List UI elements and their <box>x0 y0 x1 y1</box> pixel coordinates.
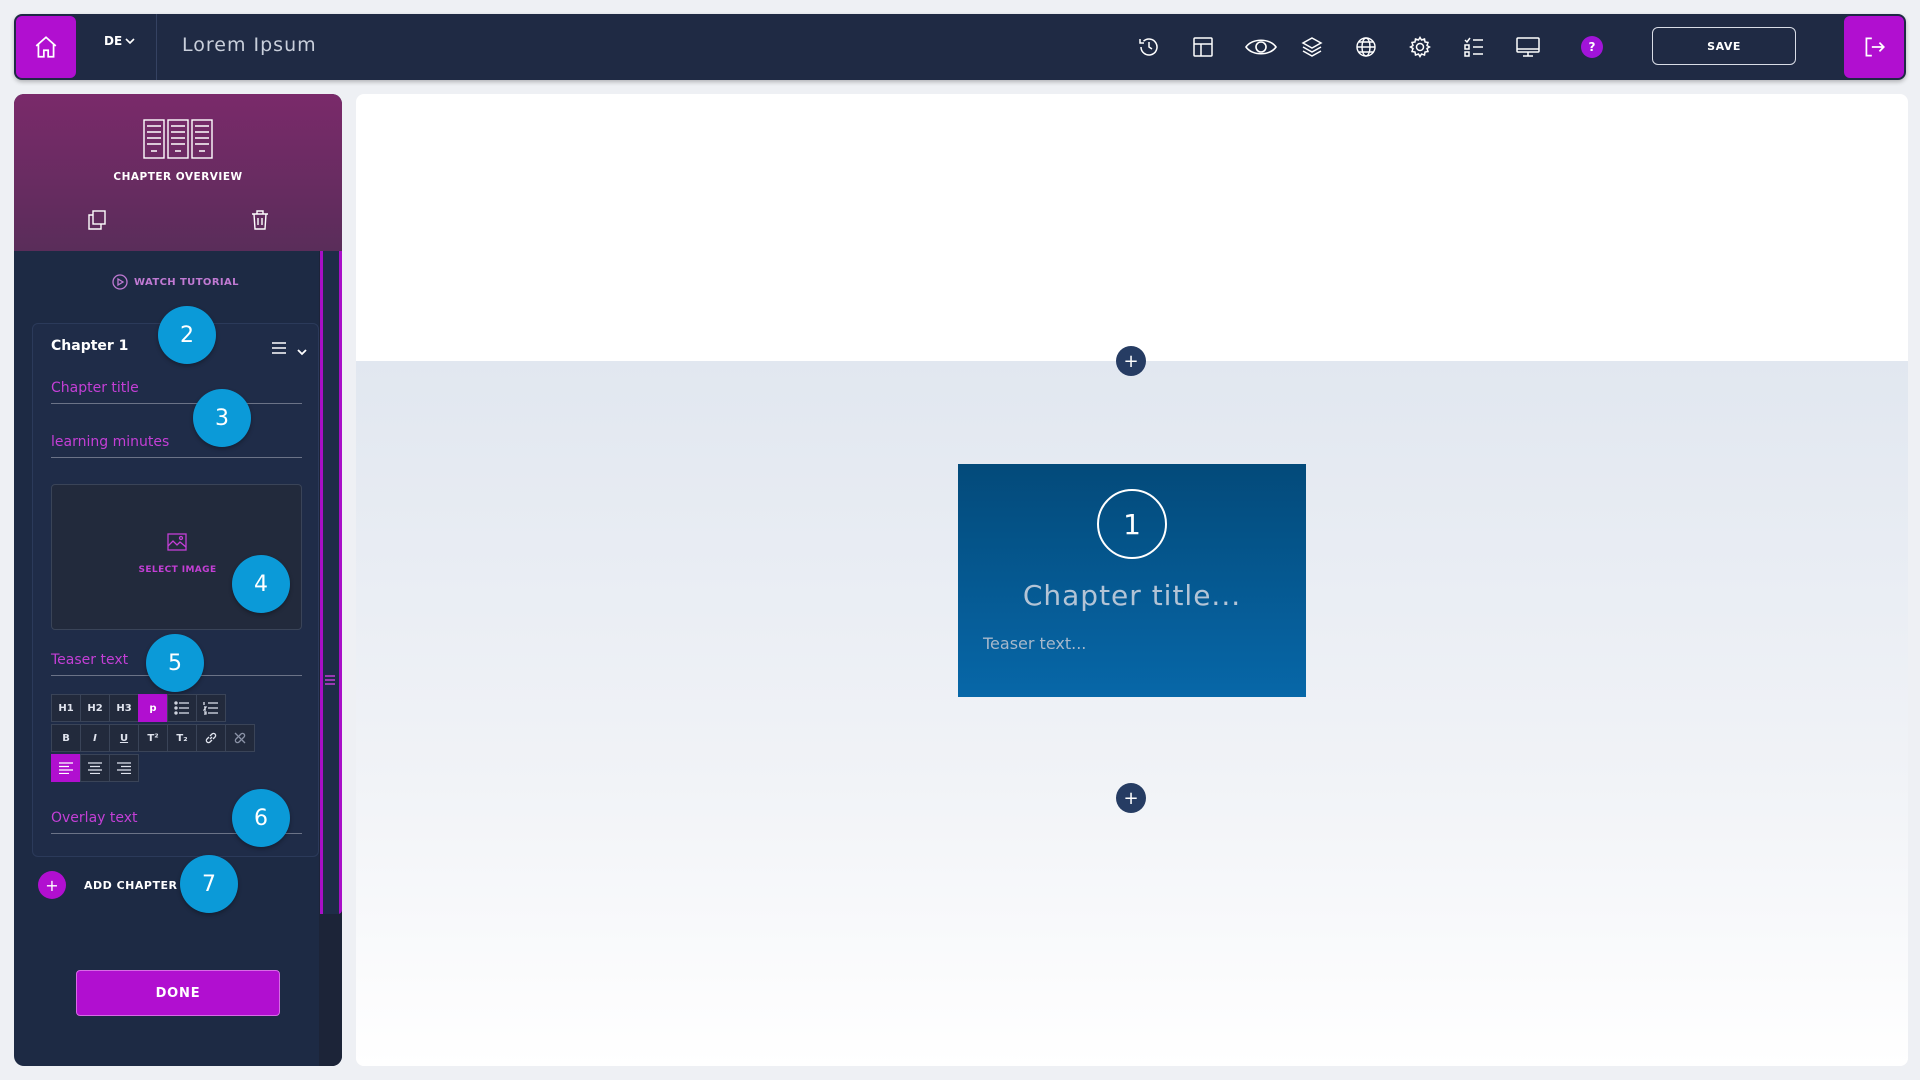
chevron-down-icon <box>125 38 135 45</box>
numbered-list-icon <box>203 702 218 715</box>
align-right-button[interactable] <box>109 754 139 782</box>
teaser-text-field[interactable]: Teaser text <box>51 652 128 668</box>
subscript-button[interactable]: T₂ <box>167 724 197 752</box>
numbered-list-button[interactable] <box>196 694 226 722</box>
watch-tutorial-link[interactable]: WATCH TUTORIAL <box>112 274 239 290</box>
chapter-heading: Chapter 1 <box>51 338 129 354</box>
globe-icon[interactable] <box>1352 33 1380 61</box>
plus-icon: + <box>38 871 66 899</box>
gear-icon[interactable] <box>1406 33 1434 61</box>
unlink-icon <box>234 732 246 744</box>
align-left-button[interactable] <box>51 754 81 782</box>
field-underline <box>51 457 302 458</box>
bullet-list-icon <box>174 701 189 715</box>
step-badge: 5 <box>146 634 204 692</box>
checklist-icon[interactable] <box>1460 33 1488 61</box>
chapter-overview-icon <box>143 119 213 159</box>
language-label: DE <box>104 34 123 48</box>
format-toolbar-row: H1 H2 H3 p <box>51 694 226 722</box>
image-icon <box>167 533 187 551</box>
duplicate-button[interactable] <box>86 209 108 235</box>
scroll-grip-icon[interactable] <box>324 672 336 691</box>
style-toolbar-row: B I U T² T₂ <box>51 724 255 752</box>
save-button[interactable]: SAVE <box>1652 27 1796 65</box>
trash-icon <box>252 210 268 230</box>
done-button[interactable]: DONE <box>76 970 280 1016</box>
chapter-number: 1 <box>1097 489 1167 559</box>
home-button[interactable] <box>16 16 76 78</box>
superscript-button[interactable]: T² <box>138 724 168 752</box>
chevron-down-icon[interactable] <box>297 341 307 360</box>
step-badge: 2 <box>158 306 216 364</box>
chapter-overview-title: CHAPTER OVERVIEW <box>113 171 243 183</box>
step-badge: 3 <box>193 389 251 447</box>
align-center-icon <box>88 762 102 774</box>
step-badge: 4 <box>232 555 290 613</box>
delete-button[interactable] <box>250 209 270 235</box>
bold-button[interactable]: B <box>51 724 81 752</box>
chapter-tile-title: Chapter title... <box>1022 579 1242 612</box>
page-title: Lorem Ipsum <box>182 34 317 56</box>
h3-button[interactable]: H3 <box>109 694 139 722</box>
chapter-title-field[interactable]: Chapter title <box>51 380 139 396</box>
layout-icon[interactable] <box>1189 33 1217 61</box>
home-icon <box>35 36 57 58</box>
scrollbar-inner <box>323 251 339 914</box>
drag-menu-icon[interactable] <box>271 340 287 359</box>
field-underline <box>51 403 302 404</box>
underline-button[interactable]: U <box>109 724 139 752</box>
align-left-icon <box>59 762 73 774</box>
add-chapter-button[interactable]: + ADD CHAPTER <box>38 871 177 899</box>
link-icon <box>205 732 217 744</box>
sidebar: CHAPTER OVERVIEW WATCH TUTORIAL Chapter … <box>14 94 342 1066</box>
chapter-tile-teaser: Teaser text... <box>983 634 1087 653</box>
layers-icon[interactable] <box>1298 33 1326 61</box>
copy-icon <box>88 210 106 230</box>
step-badge: 7 <box>180 855 238 913</box>
chapter-tile[interactable]: 1 Chapter title... Teaser text... <box>958 464 1306 697</box>
sidebar-header: CHAPTER OVERVIEW <box>14 94 342 251</box>
learning-minutes-field[interactable]: learning minutes <box>51 434 169 450</box>
help-icon[interactable]: ? <box>1581 36 1603 58</box>
link-button[interactable] <box>196 724 226 752</box>
language-select[interactable]: DE <box>104 34 135 48</box>
italic-button[interactable]: I <box>80 724 110 752</box>
history-icon[interactable] <box>1135 33 1163 61</box>
align-right-icon <box>117 762 131 774</box>
h1-button[interactable]: H1 <box>51 694 81 722</box>
divider <box>156 14 157 80</box>
add-section-button[interactable]: + <box>1116 346 1146 376</box>
step-badge: 6 <box>232 789 290 847</box>
unlink-button[interactable] <box>225 724 255 752</box>
add-chapter-label: ADD CHAPTER <box>84 878 178 892</box>
add-section-button[interactable]: + <box>1116 783 1146 813</box>
h2-button[interactable]: H2 <box>80 694 110 722</box>
logout-icon <box>1865 37 1885 57</box>
play-icon <box>112 274 128 290</box>
eye-icon[interactable] <box>1243 33 1279 61</box>
bullet-list-button[interactable] <box>167 694 197 722</box>
overlay-text-field[interactable]: Overlay text <box>51 810 138 826</box>
align-center-button[interactable] <box>80 754 110 782</box>
exit-button[interactable] <box>1844 16 1904 78</box>
top-bar: DE Lorem Ipsum ? SAVE <box>14 14 1906 80</box>
tutorial-label: WATCH TUTORIAL <box>134 276 239 288</box>
align-toolbar-row <box>51 754 139 782</box>
editor-canvas: + 1 Chapter title... Teaser text... + <box>356 94 1908 1066</box>
paragraph-button[interactable]: p <box>138 694 168 722</box>
monitor-icon[interactable] <box>1514 33 1542 61</box>
